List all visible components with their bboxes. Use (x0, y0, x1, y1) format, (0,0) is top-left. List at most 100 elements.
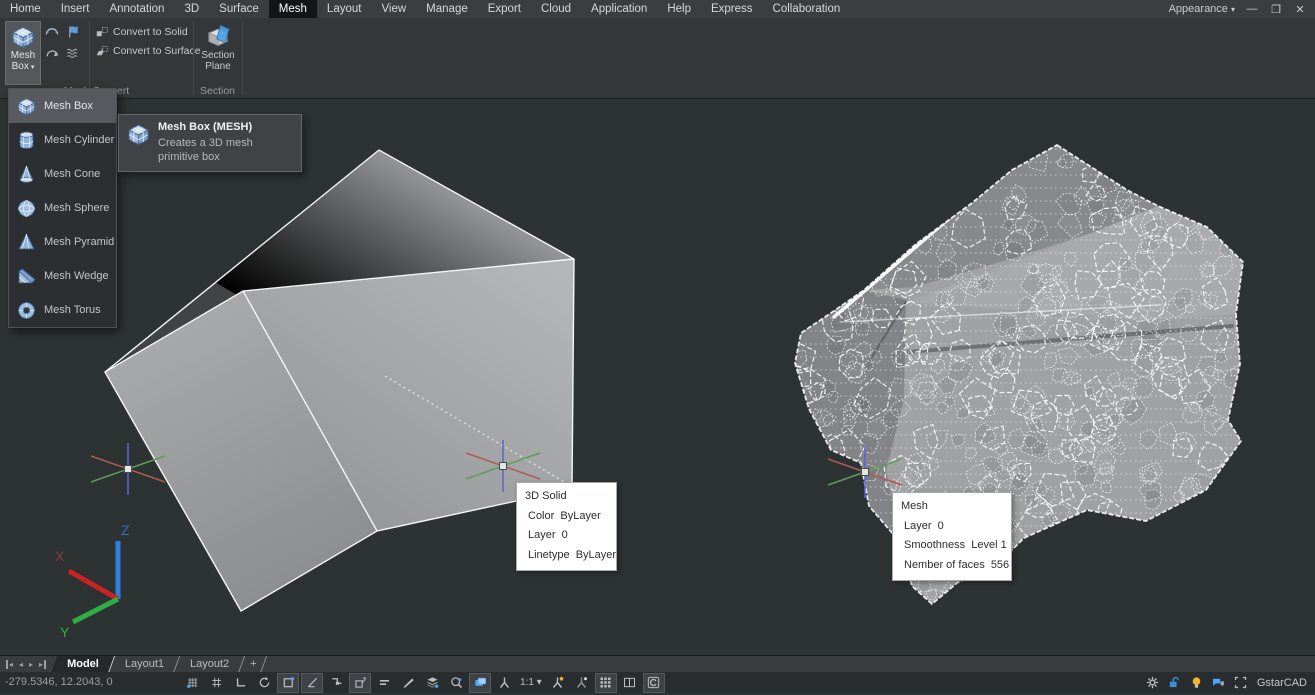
menu-item-3d[interactable]: 3D (174, 0, 209, 18)
dropdown-item-mesh-cylinder[interactable]: Mesh Cylinder (9, 123, 116, 157)
convert-to-surface-button[interactable]: Convert to Surface (95, 43, 201, 59)
layout-tab-bar: ◂ ◂ ▸ ▸ Model Layout1 Layout2 + (0, 655, 1315, 673)
menu-item-view[interactable]: View (371, 0, 416, 18)
ribbon-tooltip: Mesh Box (MESH) Creates a 3D mesh primit… (118, 114, 302, 172)
section-plane-icon (205, 22, 231, 48)
minimize-button[interactable]: — (1245, 3, 1259, 15)
ortho-mode-toggle[interactable] (229, 673, 251, 693)
snap-grid-toggle[interactable] (181, 673, 203, 693)
menu-bar: Home Insert Annotation 3D Surface Mesh L… (0, 0, 1315, 18)
brand-label: GstarCAD (1255, 677, 1307, 689)
refine-mesh-button[interactable] (65, 45, 81, 61)
mesh-box-icon (126, 122, 151, 147)
smooth-more-button[interactable] (65, 24, 81, 40)
isolate-objects-toggle[interactable] (595, 673, 617, 693)
menu-item-export[interactable]: Export (478, 0, 531, 18)
mesh-cone-icon (16, 164, 37, 185)
mesh-wedge-icon (16, 266, 37, 287)
appearance-menu[interactable]: Appearance ▾ (1169, 3, 1235, 15)
convert-to-solid-icon (95, 25, 109, 39)
next-tab-icon[interactable]: ▸ (29, 660, 33, 669)
status-toggles: 1:1 ▾ (181, 673, 665, 692)
dropdown-item-mesh-cone[interactable]: Mesh Cone (9, 157, 116, 191)
dropdown-item-mesh-wedge[interactable]: Mesh Wedge (9, 259, 116, 293)
coordinates-readout: -279.5346, 12.2043, 0 (5, 672, 113, 693)
last-tab-icon[interactable]: ▸ (39, 660, 46, 669)
ucs-z-label: Z (121, 522, 130, 538)
mesh-pyramid-icon (16, 232, 37, 253)
tips-icon[interactable] (1189, 675, 1204, 690)
mesh-torus-icon (16, 300, 37, 321)
menu-item-manage[interactable]: Manage (416, 0, 478, 18)
close-button[interactable]: ✕ (1293, 3, 1307, 16)
mesh-box-icon (10, 24, 36, 50)
section-plane-button[interactable]: SectionPlane (198, 21, 238, 83)
clean-screen-toggle[interactable] (643, 673, 665, 693)
ucs-y-label: Y (60, 624, 70, 640)
magnifier-toggle[interactable] (445, 673, 467, 693)
convert-to-solid-button[interactable]: Convert to Solid (95, 24, 188, 40)
dropdown-item-mesh-sphere[interactable]: Mesh Sphere (9, 191, 116, 225)
polar-tracking-toggle[interactable] (253, 673, 275, 693)
viewport-canvas[interactable]: Z X Y (0, 0, 1315, 693)
solid-properties-tooltip: 3D Solid Color ByLayer Layer 0 Linetype … (516, 482, 617, 571)
smooth-less-button[interactable] (44, 45, 60, 61)
menu-item-home[interactable]: Home (0, 0, 51, 18)
ucs-x-label: X (55, 548, 65, 564)
dynamic-input-toggle[interactable] (373, 673, 395, 693)
selection-cycling-toggle[interactable] (469, 673, 491, 693)
tab-layout1[interactable]: Layout1 (112, 656, 177, 673)
mesh-box-icon (16, 96, 37, 117)
ribbon: Mesh Box ▾ Convert to Solid Convert to S… (0, 18, 1315, 99)
tab-add-layout[interactable]: + (242, 656, 264, 673)
first-tab-icon[interactable]: ◂ (6, 660, 13, 669)
settings-icon[interactable] (1145, 675, 1160, 690)
annotation-scale-value[interactable]: 1:1 ▾ (517, 677, 545, 688)
menu-item-cloud[interactable]: Cloud (531, 0, 581, 18)
mesh-properties-tooltip: Mesh Layer 0 Smoothness Level 1 Nember o… (892, 492, 1012, 581)
chevron-down-icon: ▾ (29, 64, 34, 71)
viewport-split-toggle[interactable] (619, 673, 641, 693)
mesh-box-button[interactable]: Mesh Box ▾ (5, 21, 41, 85)
prev-tab-icon[interactable]: ◂ (19, 660, 23, 669)
annotation-scale-toggle[interactable] (493, 673, 515, 693)
convert-to-surface-icon (95, 44, 109, 58)
menu-item-collaboration[interactable]: Collaboration (763, 0, 851, 18)
menu-item-express[interactable]: Express (701, 0, 763, 18)
lock-ui-icon[interactable] (1167, 675, 1182, 690)
menu-item-insert[interactable]: Insert (51, 0, 100, 18)
dropdown-item-mesh-torus[interactable]: Mesh Torus (9, 293, 116, 327)
dropdown-item-mesh-box[interactable]: Mesh Box (9, 89, 116, 123)
mesh-primitives-dropdown: Mesh Box Mesh Cylinder Mesh Cone Mesh Sp… (8, 88, 117, 328)
mesh-cylinder-icon (16, 130, 37, 151)
smooth-object-button[interactable] (44, 24, 60, 40)
auto-annotation-toggle[interactable] (571, 673, 593, 693)
menu-item-application[interactable]: Application (581, 0, 657, 18)
tab-model[interactable]: Model (54, 656, 112, 673)
tooltip-body: Creates a 3D mesh primitive box (158, 136, 294, 164)
restore-button[interactable]: ❐ (1269, 3, 1283, 16)
lineweight-toggle[interactable] (397, 673, 419, 693)
menu-item-help[interactable]: Help (657, 0, 701, 18)
object-snap-toggle[interactable] (277, 673, 299, 693)
menu-item-annotation[interactable]: Annotation (99, 0, 174, 18)
menu-item-layout[interactable]: Layout (317, 0, 372, 18)
collaboration-chat-icon[interactable] (1211, 675, 1226, 690)
dropdown-item-mesh-pyramid[interactable]: Mesh Pyramid (9, 225, 116, 259)
grid-display-toggle[interactable] (205, 673, 227, 693)
menu-item-surface[interactable]: Surface (209, 0, 269, 18)
panel-label-section: Section (193, 85, 242, 97)
mesh-sphere-icon (16, 198, 37, 219)
chevron-down-icon: ▾ (1231, 5, 1235, 14)
menu-item-mesh[interactable]: Mesh (269, 0, 317, 18)
dynamic-ucs-toggle[interactable] (325, 673, 347, 693)
ucs-icon: Z X Y (55, 522, 130, 640)
object-snap-tracking-toggle[interactable] (301, 673, 323, 693)
object-snap-3d-toggle[interactable] (349, 673, 371, 693)
tooltip-title: Mesh Box (MESH) (158, 121, 294, 133)
status-bar: -279.5346, 12.2043, 0 1:1 ▾ GstarCAD (0, 672, 1315, 693)
transparency-toggle[interactable] (421, 673, 443, 693)
annotation-visibility-toggle[interactable] (547, 673, 569, 693)
tab-layout2[interactable]: Layout2 (177, 656, 242, 673)
full-screen-icon[interactable] (1233, 675, 1248, 690)
